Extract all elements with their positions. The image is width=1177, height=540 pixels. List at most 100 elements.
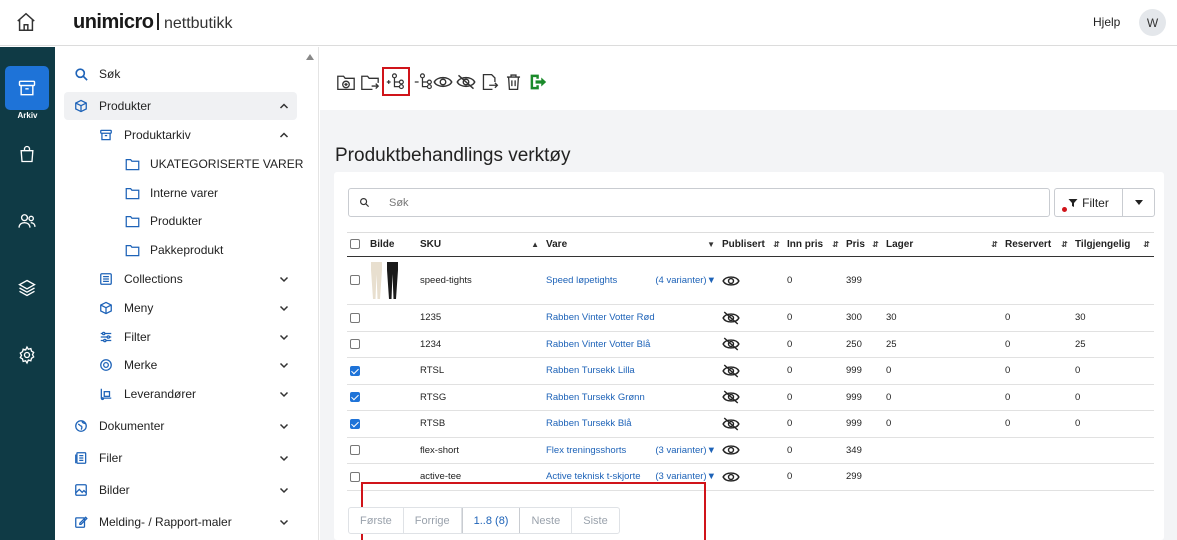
page-current[interactable]: 1..8 (8) — [461, 508, 521, 533]
nav-item-collections[interactable]: Collections — [64, 265, 297, 293]
published-cell[interactable] — [719, 384, 784, 411]
nav-label: Meny — [124, 301, 154, 315]
published-cell[interactable] — [719, 256, 784, 305]
variants-toggle[interactable]: (3 varianter)▼ — [655, 445, 716, 456]
table-row[interactable]: RTSL Rabben Tursekk Lilla 0 999 0 0 0 — [347, 357, 1154, 385]
move-to-folder-button[interactable] — [360, 72, 380, 92]
col-header-purchase-price[interactable]: Inn pris ⇵ — [784, 232, 843, 257]
help-link[interactable]: Hjelp — [1093, 15, 1120, 29]
nav-item-images[interactable]: Bilder — [64, 476, 297, 504]
product-thumbnail[interactable] — [370, 261, 414, 300]
col-header-stock[interactable]: Lager ⇵ — [883, 232, 1002, 257]
chevron-up-icon — [279, 103, 289, 109]
nav-item-brand[interactable]: Merke — [64, 351, 297, 379]
price-cell: 299 — [843, 463, 883, 491]
logo[interactable]: unimicro nettbutikk — [73, 11, 232, 34]
item-link[interactable]: Rabben Tursekk Blå — [546, 418, 632, 429]
home-button[interactable] — [12, 9, 40, 35]
row-checkbox[interactable] — [350, 445, 360, 456]
item-link[interactable]: Rabben Tursekk Grønn — [546, 392, 645, 403]
item-link[interactable]: Rabben Vinter Votter Rød — [546, 312, 655, 323]
row-checkbox[interactable] — [350, 339, 360, 350]
select-all-checkbox[interactable] — [350, 239, 360, 250]
item-link[interactable]: Rabben Vinter Votter Blå — [546, 339, 650, 350]
nav-item-templates[interactable]: Melding- / Rapport-maler — [64, 508, 297, 536]
col-header-label: Pris — [846, 239, 865, 250]
rail-item-layers[interactable] — [5, 266, 49, 310]
avatar[interactable]: W — [1139, 9, 1166, 36]
exit-button[interactable] — [528, 72, 548, 92]
row-checkbox[interactable] — [350, 275, 360, 286]
page-first-button[interactable]: Første — [349, 508, 404, 533]
col-header-available[interactable]: Tilgjengelig ⇵ — [1072, 232, 1154, 257]
rail-item-shop[interactable] — [5, 132, 49, 176]
rail-item-users[interactable] — [5, 199, 49, 243]
rail-item-settings[interactable] — [5, 333, 49, 377]
col-header-published[interactable]: Publisert ⇵ — [719, 232, 784, 257]
table-row[interactable]: speed-tights Speed løpetights (4 varianter… — [347, 256, 1154, 305]
search-icon — [73, 66, 89, 82]
add-variant-tree-button[interactable] — [386, 72, 406, 92]
published-cell[interactable] — [719, 463, 784, 491]
page-last-button[interactable]: Siste — [572, 508, 618, 533]
filter-button[interactable]: Filter — [1054, 188, 1122, 217]
nav-item-package[interactable]: Pakkeprodukt — [64, 236, 297, 264]
published-cell[interactable] — [719, 331, 784, 358]
variants-toggle[interactable]: (3 varianter)▼ — [655, 471, 716, 482]
nav-item-filter[interactable]: Filter — [64, 323, 297, 351]
col-header-reserved[interactable]: Reservert ⇵ — [1002, 232, 1072, 257]
nav-label: Filter — [124, 330, 151, 344]
publish-button[interactable] — [433, 72, 453, 92]
item-link[interactable]: Speed løpetights — [546, 275, 617, 286]
unpublish-button[interactable] — [456, 72, 476, 92]
delete-button[interactable] — [503, 72, 523, 92]
row-checkbox[interactable] — [350, 418, 360, 429]
table-row[interactable]: active-tee Active teknisk t-skjorte (3 var… — [347, 463, 1154, 491]
filter-dropdown-toggle[interactable] — [1122, 188, 1155, 217]
page-prev-button[interactable]: Forrige — [404, 508, 462, 533]
table-row[interactable]: 1234 Rabben Vinter Votter Blå 0 250 25 0 25 — [347, 331, 1154, 358]
col-header-label: SKU — [420, 239, 442, 250]
table-row[interactable]: flex-short Flex treningsshorts (3 variante… — [347, 437, 1154, 464]
nav-item-menu[interactable]: Meny — [64, 294, 297, 322]
nav-item-documents[interactable]: Dokumenter — [64, 412, 297, 440]
nav-item-uncategorized[interactable]: UKATEGORISERTE VARER — [64, 150, 303, 178]
row-checkbox[interactable] — [350, 471, 360, 482]
chevron-down-icon — [279, 423, 289, 430]
nav-item-suppliers[interactable]: Leverandører — [64, 380, 297, 408]
table-row[interactable]: RTSG Rabben Tursekk Grønn 0 999 0 0 0 — [347, 384, 1154, 411]
col-header-price[interactable]: Pris ⇵ — [843, 232, 883, 257]
nav-item-search[interactable]: Søk — [64, 60, 297, 88]
row-checkbox[interactable] — [350, 312, 360, 323]
col-header-item[interactable]: Vare ▼ — [543, 232, 719, 257]
table-row[interactable]: 1235 Rabben Vinter Votter Rød 0 300 30 0 30 — [347, 304, 1154, 332]
nav-item-internal[interactable]: Interne varer — [64, 179, 297, 207]
page-next-button[interactable]: Neste — [520, 508, 573, 533]
variants-toggle[interactable]: (4 varianter)▼ — [655, 275, 716, 286]
col-header-sku[interactable]: SKU ▲︎ — [417, 232, 543, 257]
published-cell[interactable] — [719, 437, 784, 464]
image-cell — [367, 331, 417, 358]
rail-item-archive[interactable] — [5, 66, 49, 110]
table-row[interactable]: RTSB Rabben Tursekk Blå 0 999 0 0 0 — [347, 410, 1154, 438]
item-link[interactable]: Rabben Tursekk Lilla — [546, 365, 635, 376]
export-item-button[interactable] — [480, 72, 500, 92]
search-input[interactable] — [389, 195, 1029, 211]
nav-item-files[interactable]: Filer — [64, 444, 297, 472]
nav-item-products[interactable]: Produkter — [64, 92, 297, 120]
scroll-up-arrow[interactable] — [306, 54, 314, 60]
item-link[interactable]: Flex treningsshorts — [546, 445, 626, 456]
row-checkbox[interactable] — [350, 392, 360, 403]
nav-item-product-archive[interactable]: Produktarkiv — [64, 121, 297, 149]
published-cell[interactable] — [719, 410, 784, 438]
nav-item-products-folder[interactable]: Produkter — [64, 207, 297, 235]
published-cell[interactable] — [719, 304, 784, 332]
published-cell[interactable] — [719, 357, 784, 385]
item-link[interactable]: Active teknisk t-skjorte — [546, 471, 641, 482]
eye-slash-icon — [722, 390, 740, 404]
remove-variant-tree-button[interactable] — [414, 72, 434, 92]
new-folder-button[interactable] — [336, 72, 356, 92]
stock-cell: 0 — [883, 410, 1002, 438]
purchase-price-cell: 0 — [784, 463, 843, 491]
row-checkbox[interactable] — [350, 365, 360, 376]
